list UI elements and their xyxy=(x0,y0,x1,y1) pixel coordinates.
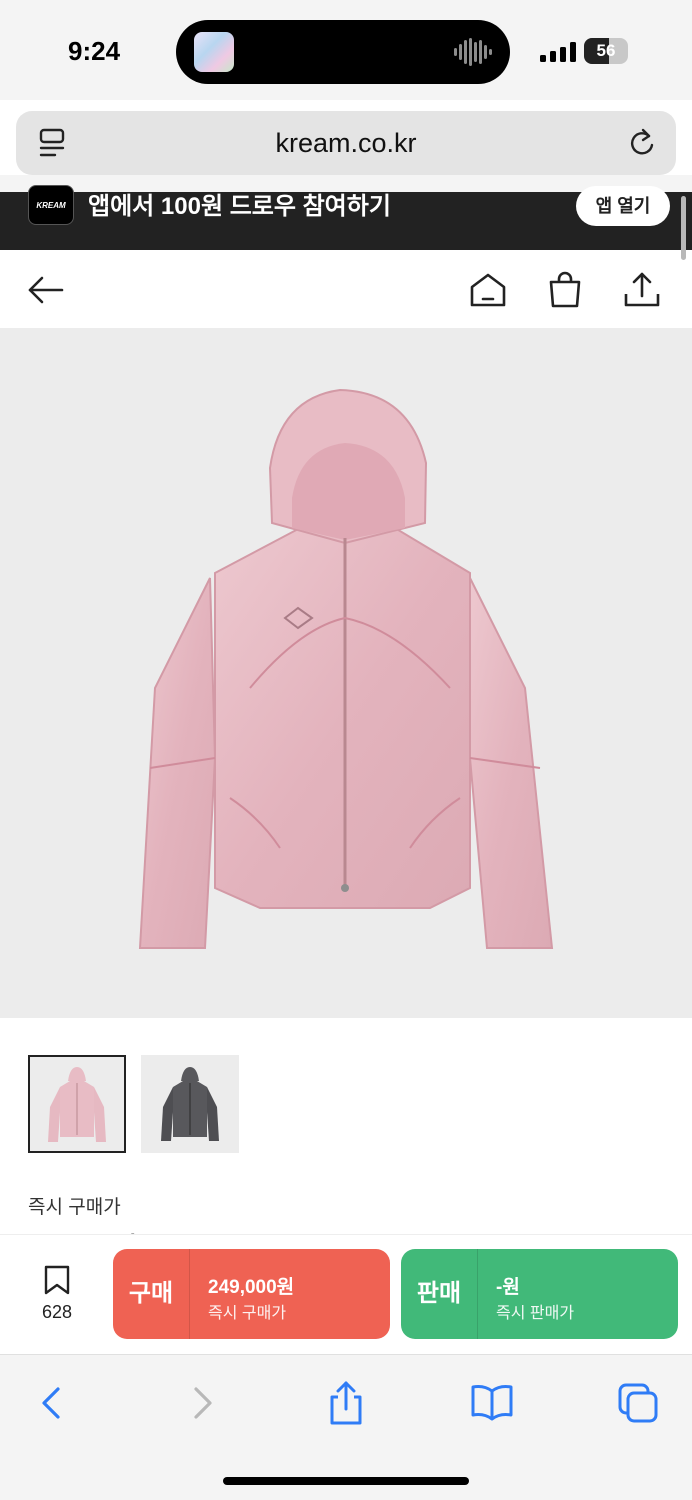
tabs-icon[interactable] xyxy=(616,1381,660,1425)
instant-buy-price: 249,000원 xyxy=(28,1226,137,1234)
back-arrow-icon[interactable] xyxy=(26,270,66,310)
home-icon[interactable] xyxy=(468,270,508,310)
share-sheet-icon[interactable] xyxy=(324,1381,368,1425)
scroll-indicator[interactable] xyxy=(681,196,686,260)
bookmark-button[interactable]: 628 xyxy=(24,1265,90,1323)
cellular-signal-icon xyxy=(540,42,576,62)
sell-label: 판매 xyxy=(401,1249,478,1339)
pink-hoodie-illustration xyxy=(138,388,554,949)
forward-icon[interactable] xyxy=(180,1381,224,1425)
sell-button[interactable]: 판매 -원 즉시 판매가 xyxy=(401,1249,678,1339)
thumbnail-pink[interactable] xyxy=(28,1055,126,1153)
sell-price: -원 xyxy=(496,1277,520,1298)
home-indicator[interactable] xyxy=(223,1477,469,1485)
now-playing-artwork xyxy=(194,32,234,72)
browser-toolbar xyxy=(0,1354,692,1500)
bookmark-icon xyxy=(44,1265,70,1295)
bookmarks-icon[interactable] xyxy=(470,1381,514,1425)
page-nav xyxy=(0,250,692,328)
banner-text: 앱에서 100원 드로우 참여하기 xyxy=(88,193,391,220)
buy-sub-label: 즉시 구매가 xyxy=(208,1305,287,1322)
thumbnail-gray[interactable] xyxy=(141,1055,239,1153)
share-icon[interactable] xyxy=(622,270,662,310)
gray-hoodie-thumbnail xyxy=(161,1067,219,1141)
buy-price: 249,000원 xyxy=(208,1277,295,1298)
product-main-image[interactable] xyxy=(0,328,692,1018)
instant-buy-price-label: 즉시 구매가 xyxy=(28,1197,121,1218)
app-download-banner: KREAM 앱에서 100원 드로우 참여하기 앱 열기 xyxy=(0,185,692,250)
sell-sub-label: 즉시 판매가 xyxy=(496,1305,575,1322)
reload-icon[interactable] xyxy=(628,127,658,159)
buy-label: 구매 xyxy=(113,1249,190,1339)
buy-button[interactable]: 구매 249,000원 즉시 구매가 xyxy=(113,1249,390,1339)
address-bar[interactable]: kream.co.kr xyxy=(16,111,676,175)
purchase-action-bar: 628 구매 249,000원 즉시 구매가 판매 -원 즉시 판매가 xyxy=(0,1234,692,1354)
url-text[interactable]: kream.co.kr xyxy=(16,111,676,175)
open-app-button[interactable]: 앱 열기 xyxy=(576,186,670,226)
status-bar: 9:24 56 xyxy=(0,0,692,100)
back-icon[interactable] xyxy=(30,1381,74,1425)
shopping-bag-icon[interactable] xyxy=(545,270,585,310)
bookmark-count: 628 xyxy=(41,1302,73,1322)
status-time: 9:24 xyxy=(68,36,121,66)
audio-waveform-icon xyxy=(454,38,492,66)
dynamic-island[interactable] xyxy=(176,20,510,84)
battery-percent: 56 xyxy=(596,41,616,60)
kream-logo: KREAM xyxy=(28,185,74,225)
battery-icon: 56 xyxy=(584,38,628,64)
pink-hoodie-thumbnail xyxy=(48,1067,106,1142)
